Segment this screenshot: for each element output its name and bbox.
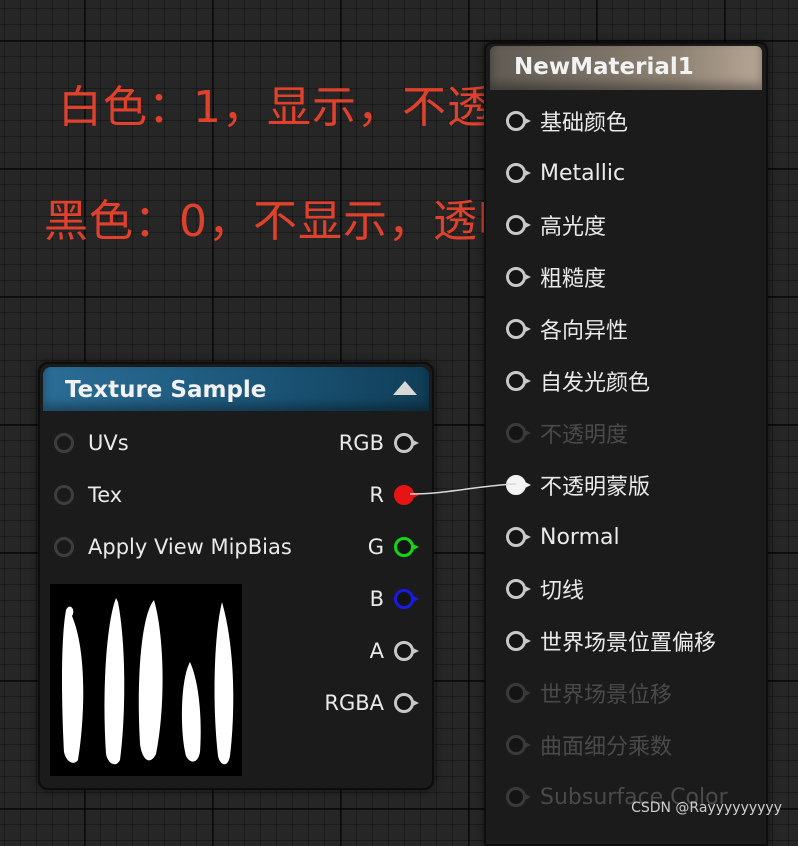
material-pin-tessellation-multiplier: 曲面细分乘数: [506, 730, 672, 760]
input-pin-connected-icon[interactable]: [506, 475, 531, 495]
annotation-black-transparent: 黑色：0，不显示，透明: [44, 196, 523, 247]
output-pin-label: RGB: [338, 431, 384, 455]
texture-node-title: Texture Sample: [65, 377, 267, 403]
material-node-title: NewMaterial1: [514, 54, 694, 80]
output-pin-label: G: [367, 535, 384, 559]
input-pin-icon[interactable]: [506, 163, 531, 183]
material-pin-label: 切线: [540, 579, 585, 604]
input-pin-icon: [506, 735, 531, 755]
collapse-arrow-icon[interactable]: [393, 381, 417, 395]
material-pin-world-position-offset[interactable]: 世界场景位置偏移: [506, 626, 716, 656]
output-pin-icon[interactable]: [394, 537, 419, 557]
material-pin-opacity: 不透明度: [506, 418, 628, 448]
material-pin-label: Normal: [540, 524, 620, 550]
material-node-header[interactable]: NewMaterial1: [490, 46, 762, 90]
material-pin-world-displacement: 世界场景位移: [506, 678, 672, 708]
input-pin-tex[interactable]: Tex: [54, 480, 122, 510]
input-pin-icon[interactable]: [54, 537, 74, 557]
input-pin-icon[interactable]: [54, 485, 74, 505]
output-pin-icon[interactable]: [394, 693, 419, 713]
output-pin-g[interactable]: G: [367, 532, 419, 562]
material-pin-label: 世界场景位置偏移: [540, 631, 717, 656]
material-pin-label: 粗糙度: [540, 267, 607, 292]
material-pin-label: 自发光颜色: [540, 371, 651, 396]
watermark-text: CSDN @Rayyyyyyyyy: [631, 800, 782, 816]
input-pin-label: Apply View MipBias: [88, 535, 292, 559]
output-pin-icon[interactable]: [394, 589, 419, 609]
input-pin-apply-view-mipbias[interactable]: Apply View MipBias: [54, 532, 292, 562]
output-pin-label: B: [369, 587, 384, 611]
annotation-white-opaque: 白色：1，显示，不透明: [58, 82, 537, 133]
input-pin-icon[interactable]: [506, 319, 531, 339]
material-pin-label: 不透明蒙版: [540, 475, 651, 500]
material-pin-specular[interactable]: 高光度: [506, 210, 606, 240]
material-pin-label: 各向异性: [540, 319, 629, 344]
material-pin-normal[interactable]: Normal: [506, 522, 620, 552]
input-pin-icon: [506, 683, 531, 703]
output-pin-label: RGBA: [324, 691, 384, 715]
input-pin-icon[interactable]: [506, 267, 531, 287]
material-pin-label: 高光度: [540, 215, 607, 240]
output-pin-rgba[interactable]: RGBA: [324, 688, 419, 718]
material-pin-tangent[interactable]: 切线: [506, 574, 584, 604]
material-pin-label: 世界场景位移: [540, 683, 673, 708]
output-pin-b[interactable]: B: [369, 584, 419, 614]
output-pin-r[interactable]: R: [369, 480, 419, 510]
texture-preview-image: [50, 584, 242, 776]
input-pin-label: UVs: [88, 431, 129, 455]
input-pin-icon[interactable]: [506, 215, 531, 235]
output-pin-a[interactable]: A: [369, 636, 419, 666]
leaf-mask-preview: [62, 598, 234, 765]
material-pin-label: 曲面细分乘数: [540, 735, 673, 760]
input-pin-icon: [506, 787, 531, 807]
output-pin-icon[interactable]: [394, 641, 419, 661]
output-pin-label: R: [369, 483, 384, 507]
input-pin-icon[interactable]: [506, 579, 531, 599]
input-pin-label: Tex: [88, 483, 123, 507]
material-pin-label: 基础颜色: [540, 111, 629, 136]
input-pin-icon[interactable]: [506, 631, 531, 651]
material-pin-base-color[interactable]: 基础颜色: [506, 106, 628, 136]
output-pin-icon[interactable]: [394, 433, 419, 453]
input-pin-uvs[interactable]: UVs: [54, 428, 129, 458]
material-pin-opacity-mask[interactable]: 不透明蒙版: [506, 470, 650, 500]
input-pin-icon: [506, 423, 531, 443]
output-pin-label: A: [369, 639, 384, 663]
texture-sample-node[interactable]: Texture Sample UVs Tex Apply View MipBia…: [38, 362, 434, 790]
material-result-node[interactable]: NewMaterial1 基础颜色 Metallic 高光度 粗糙度 各向异性 …: [484, 42, 768, 846]
input-pin-icon[interactable]: [506, 527, 531, 547]
material-pin-emissive-color[interactable]: 自发光颜色: [506, 366, 650, 396]
input-pin-icon[interactable]: [54, 433, 74, 453]
texture-node-header[interactable]: Texture Sample: [43, 367, 429, 411]
output-pin-connected-icon[interactable]: [394, 485, 419, 505]
material-pin-label: Metallic: [540, 160, 626, 186]
input-pin-icon[interactable]: [506, 111, 531, 131]
material-pin-label: 不透明度: [540, 423, 629, 448]
output-pin-rgb[interactable]: RGB: [338, 428, 419, 458]
material-pin-anisotropy[interactable]: 各向异性: [506, 314, 628, 344]
material-pin-metallic[interactable]: Metallic: [506, 158, 625, 188]
material-pin-roughness[interactable]: 粗糙度: [506, 262, 606, 292]
input-pin-icon[interactable]: [506, 371, 531, 391]
